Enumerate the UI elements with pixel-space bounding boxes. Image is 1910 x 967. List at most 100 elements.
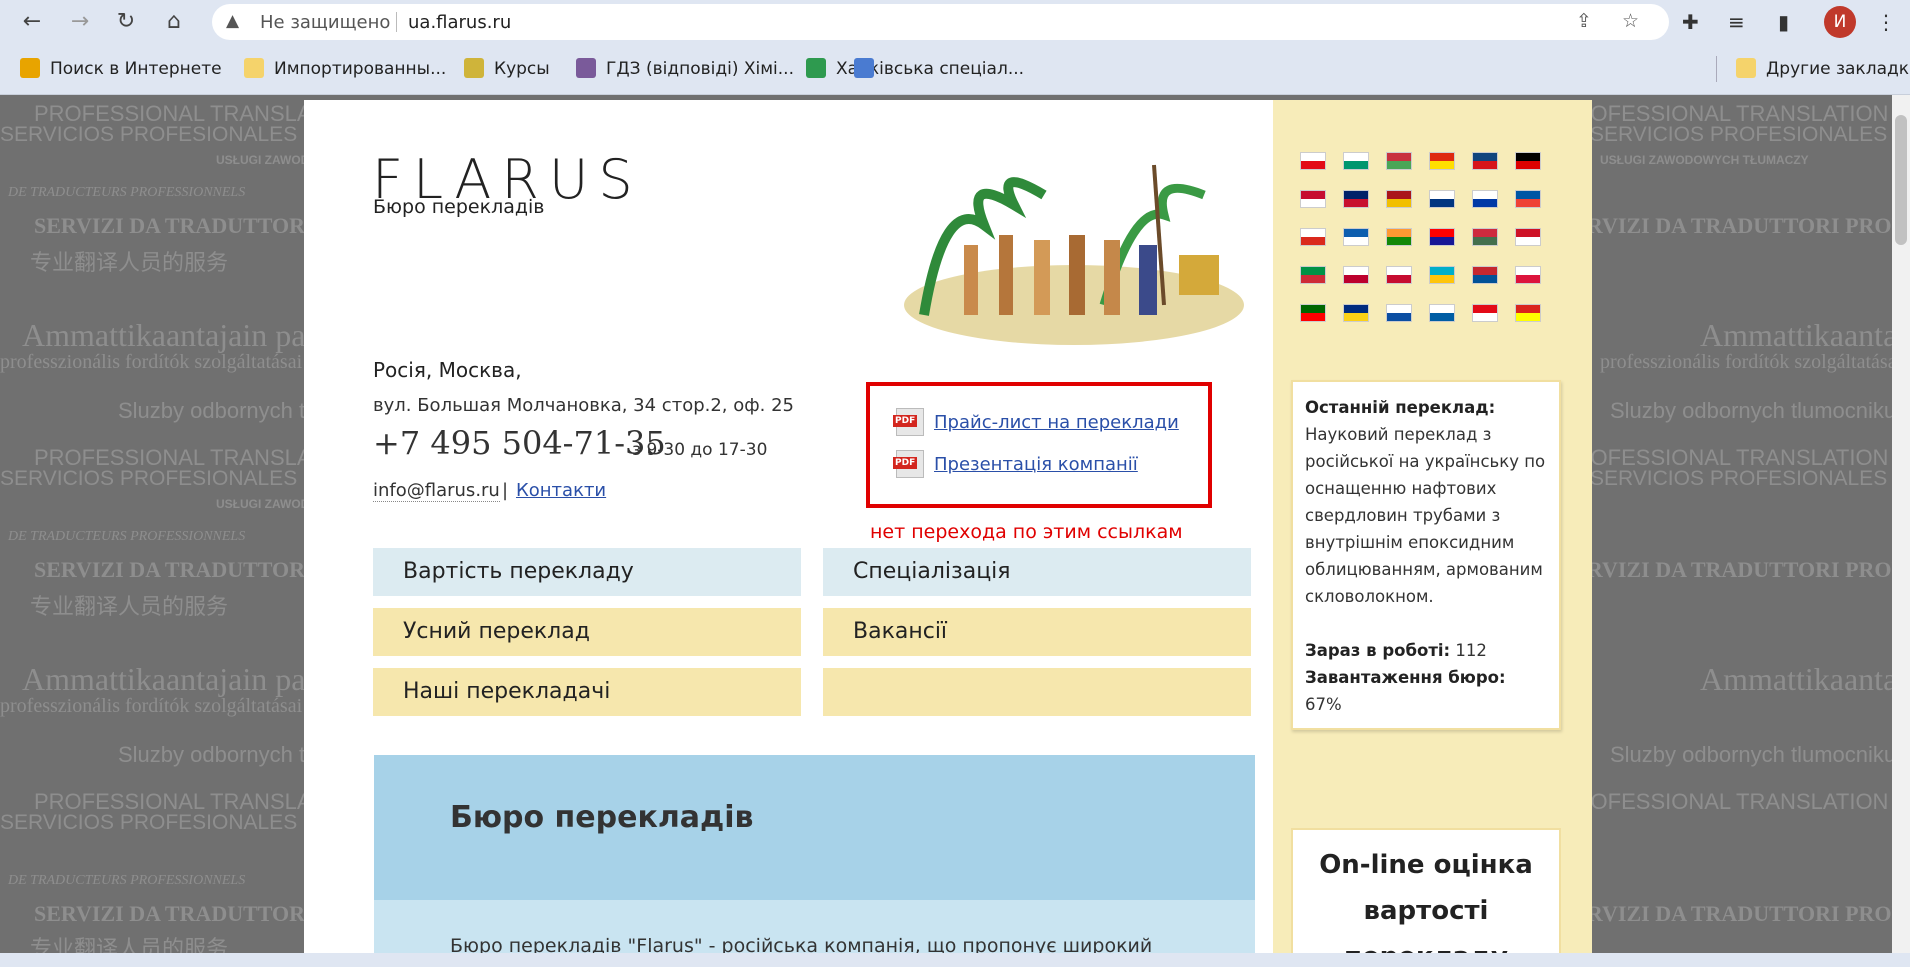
online-estimate-card[interactable]: On-line оцінка вартості перекладу <box>1291 828 1561 953</box>
annotation-note: нет перехода по этим ссылкам <box>870 521 1183 543</box>
bookmark-item[interactable]: ГДЗ (відповіді) Хімі... <box>576 58 794 80</box>
language-flag-icon[interactable] <box>1343 228 1369 246</box>
watermark-text: DE TRADUCTEURS PROFESSIONNELS <box>8 185 246 200</box>
language-flag-icon[interactable] <box>1343 190 1369 208</box>
bookmark-item[interactable]: Курсы <box>464 58 550 80</box>
sidepanel-icon[interactable]: ▮ <box>1778 10 1789 34</box>
watermark-text: 专业翻译人员的服务 <box>30 250 229 275</box>
watermark-text: SERVIZI DA TRADUTTORI PROFESSIONISTI <box>1560 213 1910 238</box>
last-translation-text: Науковий переклад з російської на україн… <box>1305 425 1546 606</box>
watermark-text: PROFESSIONAL TRANSLATION SERVICES <box>1560 789 1910 814</box>
site-icon <box>854 58 874 78</box>
separator <box>396 12 397 32</box>
home-icon[interactable]: ⌂ <box>160 8 188 36</box>
language-flag-icon[interactable] <box>1429 190 1455 208</box>
page-scrollbar[interactable] <box>1892 95 1910 953</box>
classroom-icon <box>464 58 484 78</box>
media-icon[interactable]: ≡ <box>1728 10 1745 34</box>
reload-icon[interactable]: ↻ <box>112 8 140 36</box>
separator <box>1716 56 1717 82</box>
language-flag-icon[interactable] <box>1515 152 1541 170</box>
nav-vacancies[interactable]: Вакансії <box>823 608 1251 656</box>
books-icon <box>576 58 596 78</box>
price-list-link[interactable]: Прайс-лист на переклади <box>934 412 1179 433</box>
language-flag-icon[interactable] <box>1300 190 1326 208</box>
nav-interpreting[interactable]: Усний переклад <box>373 608 801 656</box>
scroll-thumb[interactable] <box>1895 115 1907 245</box>
language-flag-icon[interactable] <box>1300 266 1326 284</box>
watermark-text: Sluzby odbornych tlumocniku <box>1610 742 1897 767</box>
language-flag-icon[interactable] <box>1472 304 1498 322</box>
load-value: 67% <box>1305 695 1342 714</box>
header-illustration <box>904 164 1244 345</box>
language-flag-icon[interactable] <box>1515 304 1541 322</box>
language-flag-icon[interactable] <box>1515 190 1541 208</box>
nav-specialization[interactable]: Спеціалізація <box>823 548 1251 596</box>
language-flag-icon[interactable] <box>1472 228 1498 246</box>
nav-translation-cost[interactable]: Вартість перекладу <box>373 548 801 596</box>
star-icon[interactable]: ☆ <box>1622 10 1639 32</box>
address-city: Росія, Москва, <box>373 358 522 382</box>
language-flag-icon[interactable] <box>1472 152 1498 170</box>
watermark-text: 专业翻译人员的服务 <box>30 594 229 619</box>
folder-icon <box>244 58 264 78</box>
language-flag-icon[interactable] <box>1429 266 1455 284</box>
profile-avatar[interactable]: И <box>1824 6 1856 38</box>
last-translation-title: Останній переклад: <box>1305 398 1496 417</box>
last-translation-card: Останній переклад: Науковий переклад з р… <box>1291 380 1561 730</box>
intro-banner: Бюро перекладів Бюро перекладів "Flarus"… <box>374 755 1255 953</box>
separator: | <box>502 480 509 501</box>
language-flag-icon[interactable] <box>1515 228 1541 246</box>
other-bookmarks[interactable]: Другие закладки <box>1736 58 1910 80</box>
pdf-icon: PDF <box>893 450 924 478</box>
language-flag-icon[interactable] <box>1343 266 1369 284</box>
banner-text: Бюро перекладів "Flarus" - російська ком… <box>450 935 1153 953</box>
extensions-icon[interactable]: ✚ <box>1682 10 1699 34</box>
presentation-link[interactable]: Презентація компанії <box>934 454 1138 475</box>
language-flag-icon[interactable] <box>1429 152 1455 170</box>
watermark-text: 专业翻译人员的服务 <box>30 936 229 953</box>
in-work-value: 112 <box>1455 641 1487 660</box>
language-flag-icon[interactable] <box>1429 304 1455 322</box>
contacts-link[interactable]: Контакти <box>516 480 606 501</box>
language-flag-icon[interactable] <box>1472 266 1498 284</box>
language-flag-icon[interactable] <box>1343 152 1369 170</box>
language-flag-icon[interactable] <box>1515 266 1541 284</box>
language-flag-icon[interactable] <box>1386 304 1412 322</box>
email-link[interactable]: info@flarus.ru <box>373 480 500 502</box>
nav-empty <box>823 668 1251 716</box>
watermark-text: Sluzby odbornych tlumocniku <box>1610 398 1897 423</box>
address-bar[interactable]: ▲ Не защищено ua.flarus.ru ⇪ ☆ <box>212 4 1669 40</box>
bookmark-item[interactable]: Харківська спеціал... <box>806 58 1024 80</box>
language-flag-icon[interactable] <box>1343 304 1369 322</box>
phone-number[interactable]: +7 495 504-71-35 <box>373 424 666 462</box>
language-flag-icon[interactable] <box>1386 190 1412 208</box>
work-hours: з 9-30 до 17-30 <box>632 440 768 460</box>
watermark-text: Ammattikaantajain palvelut <box>1700 317 1910 353</box>
site-content: FLARUS Бюро перекладів Росія, Москва, ву… <box>304 100 1592 953</box>
bookmark-item[interactable]: Поиск в Интернете <box>20 58 222 80</box>
watermark-text: professzionális fordítók szolgáltatásai <box>1600 351 1903 373</box>
watermark-text: SERVICIOS PROFESIONALES DE LOS TRADUCTOR… <box>1590 123 1910 146</box>
back-icon[interactable]: ← <box>18 8 46 36</box>
language-flag-icon[interactable] <box>1386 228 1412 246</box>
language-flag-icon[interactable] <box>1472 190 1498 208</box>
language-flag-icon[interactable] <box>1300 152 1326 170</box>
forward-icon[interactable]: → <box>66 8 94 36</box>
nav-our-translators[interactable]: Наші перекладачі <box>373 668 801 716</box>
watermark-text: USŁUGI ZAWODOWYCH TŁUMACZY <box>1600 153 1809 167</box>
bookmark-item[interactable]: Импортированны... <box>244 58 446 80</box>
menu-icon[interactable]: ⋮ <box>1876 10 1896 34</box>
language-flag-icon[interactable] <box>1300 304 1326 322</box>
bookmark-item[interactable] <box>854 58 884 80</box>
share-icon[interactable]: ⇪ <box>1576 10 1592 32</box>
language-flag-icon[interactable] <box>1386 266 1412 284</box>
url-text[interactable]: ua.flarus.ru <box>408 12 511 33</box>
pdf-icon: PDF <box>893 408 924 436</box>
watermark-text: SERVICIOS PROFESIONALES DE LOS TRADUCTOR… <box>1590 467 1910 490</box>
language-flag-icon[interactable] <box>1386 152 1412 170</box>
language-flag-icon[interactable] <box>1429 228 1455 246</box>
browser-toolbar: ← → ↻ ⌂ ▲ Не защищено ua.flarus.ru ⇪ ☆ ✚… <box>0 0 1910 44</box>
language-flag-icon[interactable] <box>1300 228 1326 246</box>
in-work-label: Зараз в роботі: <box>1305 641 1451 660</box>
